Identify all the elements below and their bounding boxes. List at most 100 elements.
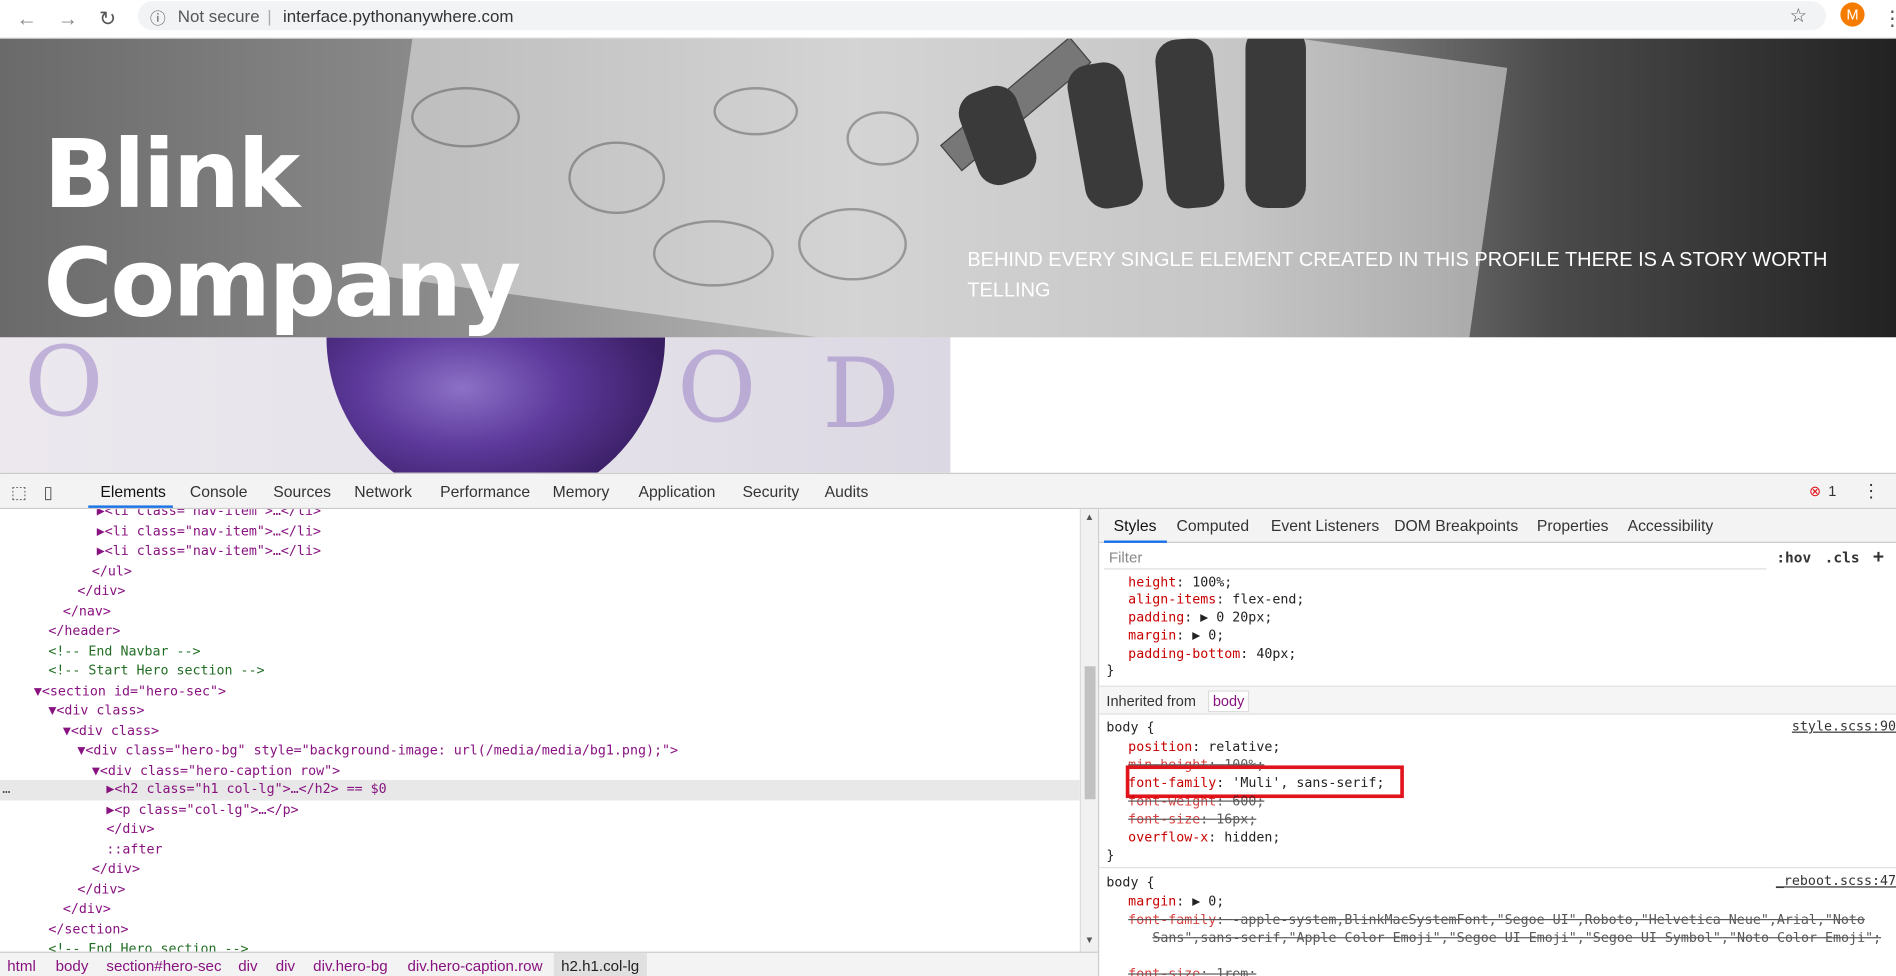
crumb-item[interactable]: div: [238, 958, 257, 975]
tree-line[interactable]: ▼<div class>: [63, 721, 159, 741]
tab-elements[interactable]: Elements: [100, 482, 166, 500]
tab-console[interactable]: Console: [190, 482, 248, 500]
tab-properties[interactable]: Properties: [1537, 516, 1609, 534]
tab-sources[interactable]: Sources: [273, 482, 331, 500]
tab-memory[interactable]: Memory: [553, 482, 610, 500]
star-icon[interactable]: ☆: [1790, 4, 1807, 28]
tree-line[interactable]: </section>: [48, 920, 128, 940]
tree-line[interactable]: ▶<li class="nav-item">…</li>: [97, 509, 321, 522]
tree-line[interactable]: ▼<div class="hero-bg" style="background-…: [77, 741, 678, 761]
info-icon[interactable]: ⓘ: [150, 6, 166, 29]
crumb-item[interactable]: div.hero-bg: [313, 958, 387, 975]
inspect-element-icon[interactable]: ⬚: [11, 482, 27, 503]
tab-dom-breakpoints[interactable]: DOM Breakpoints: [1394, 516, 1518, 534]
hov-toggle[interactable]: :hov: [1776, 549, 1811, 566]
tab-event-listeners[interactable]: Event Listeners: [1271, 516, 1379, 534]
cls-toggle[interactable]: .cls: [1825, 549, 1860, 566]
error-icon[interactable]: ⊗: [1809, 482, 1821, 499]
style-prop-overridden[interactable]: font-size: 16px;: [1128, 810, 1256, 828]
styles-filter-input[interactable]: Filter: [1103, 545, 1767, 570]
rule-close-brace: }: [1106, 847, 1115, 864]
crumb-item[interactable]: section#hero-sec: [106, 958, 221, 975]
tree-line[interactable]: ▼<div class="hero-caption row">: [92, 761, 340, 781]
avatar[interactable]: M: [1840, 2, 1865, 27]
tree-line[interactable]: </header>: [48, 622, 120, 642]
elements-scrollbar[interactable]: ▲ ▼: [1079, 509, 1098, 952]
style-prop[interactable]: padding: ▶ 0 20px;: [1128, 608, 1272, 626]
inherited-tag[interactable]: body: [1207, 690, 1250, 713]
styles-pane: Styles Computed Event Listeners DOM Brea…: [1097, 509, 1896, 976]
purple-hair-image: [326, 337, 666, 473]
rule-selector[interactable]: body {: [1106, 718, 1154, 736]
active-tab-indicator: [88, 505, 173, 508]
tab-computed[interactable]: Computed: [1177, 516, 1250, 534]
inherited-header: Inherited from body: [1099, 685, 1896, 715]
crumb-item-active[interactable]: h2.h1.col-lg: [553, 952, 647, 976]
styles-tabbar: Styles Computed Event Listeners DOM Brea…: [1099, 509, 1896, 543]
style-prop-overridden[interactable]: font-size: 1rem;: [1128, 965, 1256, 976]
crumb-item[interactable]: div.hero-caption.row: [408, 958, 543, 975]
tree-line[interactable]: </div>: [92, 860, 140, 880]
style-prop-overridden[interactable]: font-family: -apple-system,BlinkMacSyste…: [1128, 911, 1890, 947]
new-rule-button[interactable]: +: [1873, 545, 1884, 567]
crumb-item[interactable]: body: [56, 958, 89, 975]
rule-source-link[interactable]: _reboot.scss:47: [1776, 873, 1896, 889]
style-prop[interactable]: overflow-x: hidden;: [1128, 828, 1280, 846]
tree-line-selected[interactable]: ▶<h2 class="h1 col-lg">…</h2> == $0: [106, 780, 386, 800]
address-separator: |: [267, 6, 272, 26]
inherited-label: Inherited from: [1106, 692, 1196, 710]
elements-tree: … ▶<li class="nav-item">…</li> ▶<li clas…: [0, 509, 1080, 952]
tree-line[interactable]: </div>: [77, 582, 125, 602]
tab-styles[interactable]: Styles: [1114, 516, 1157, 534]
crumb-item[interactable]: html: [7, 958, 36, 975]
error-count[interactable]: 1: [1828, 482, 1836, 499]
device-toolbar-icon[interactable]: ▯: [44, 482, 53, 503]
rule-source-link[interactable]: style.scss:90: [1792, 718, 1896, 734]
tree-line[interactable]: ▶<li class="nav-item">…</li>: [97, 522, 321, 542]
style-prop-overridden[interactable]: font-weight: 600;: [1128, 792, 1264, 810]
scroll-down-icon[interactable]: ▼: [1085, 935, 1095, 946]
scrollbar-thumb[interactable]: [1084, 666, 1096, 800]
style-prop[interactable]: align-items: flex-end;: [1128, 590, 1304, 608]
tree-comment[interactable]: <!-- Start Hero section -->: [48, 661, 264, 681]
rule-selector[interactable]: body {: [1106, 873, 1154, 891]
tab-network[interactable]: Network: [354, 482, 412, 500]
tab-application[interactable]: Application: [638, 482, 715, 500]
tree-line[interactable]: </nav>: [63, 602, 111, 622]
node-more-icon[interactable]: …: [2, 780, 10, 800]
forward-arrow-icon[interactable]: →: [53, 5, 82, 34]
tab-performance[interactable]: Performance: [440, 482, 530, 500]
crumb-item[interactable]: div: [276, 958, 295, 975]
tab-security[interactable]: Security: [742, 482, 799, 500]
tree-line[interactable]: ▼<section id="hero-sec">: [34, 681, 226, 701]
menu-dots-icon[interactable]: ⋮: [1878, 5, 1896, 34]
style-prop[interactable]: margin: ▶ 0;: [1128, 626, 1224, 644]
tree-line[interactable]: ▶<p class="col-lg">…</p>: [106, 800, 298, 820]
tab-audits[interactable]: Audits: [825, 482, 869, 500]
tab-accessibility[interactable]: Accessibility: [1628, 516, 1714, 534]
tree-comment[interactable]: <!-- End Navbar -->: [48, 641, 200, 661]
rule-close-brace: }: [1106, 662, 1115, 679]
tree-line[interactable]: </ul>: [92, 562, 132, 582]
address-bar[interactable]: ⓘ Not secure | interface.pythonanywhere.…: [137, 1, 1826, 31]
tree-line[interactable]: ▼<div class>: [48, 701, 144, 721]
styles-active-indicator: [1103, 540, 1167, 543]
reload-icon[interactable]: ↻: [93, 5, 122, 34]
style-prop[interactable]: position: relative;: [1128, 738, 1280, 756]
tree-line[interactable]: </div>: [63, 900, 111, 920]
tree-line[interactable]: </div>: [106, 820, 154, 840]
scroll-up-icon[interactable]: ▲: [1085, 511, 1095, 522]
back-arrow-icon[interactable]: ←: [12, 5, 41, 34]
style-prop[interactable]: padding-bottom: 40px;: [1128, 645, 1296, 663]
browser-toolbar: ← → ↻ ⓘ Not secure | interface.pythonany…: [0, 0, 1896, 39]
hero-tagline: BEHIND EVERY SINGLE ELEMENT CREATED IN T…: [967, 249, 1828, 301]
tree-comment[interactable]: <!-- End Hero section -->: [48, 940, 248, 952]
url-text[interactable]: interface.pythonanywhere.com: [283, 6, 514, 25]
style-prop[interactable]: margin: ▶ 0;: [1128, 892, 1224, 910]
feature-image: O O D: [0, 337, 951, 473]
style-prop[interactable]: height: 100%;: [1128, 573, 1232, 591]
tree-line[interactable]: </div>: [77, 880, 125, 900]
tree-pseudo[interactable]: ::after: [106, 840, 162, 860]
devtools-menu-icon[interactable]: ⋮: [1862, 480, 1880, 502]
tree-line[interactable]: ▶<li class="nav-item">…</li>: [97, 542, 321, 562]
